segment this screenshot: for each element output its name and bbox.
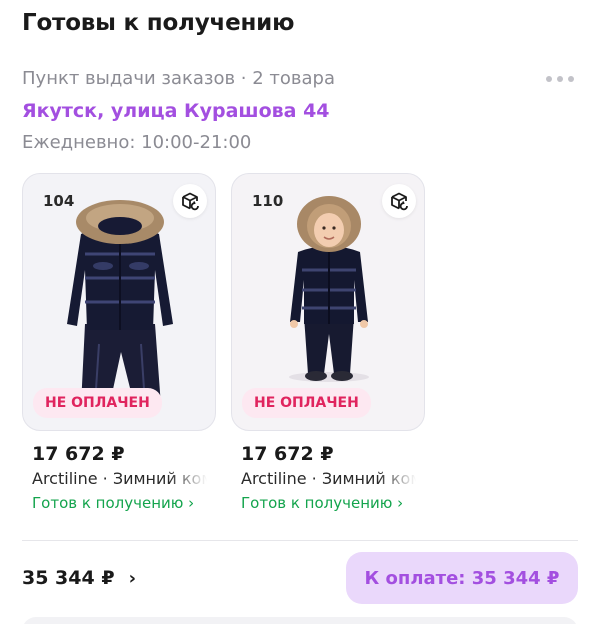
product-name[interactable]: Arctiline · Зимний комбинезон xyxy=(241,469,416,488)
pickup-subtitle: Пункт выдачи заказов · 2 товара xyxy=(22,68,336,89)
pay-button[interactable]: К оплате: 35 344 ₽ xyxy=(346,552,578,604)
payment-status-badge: НЕ ОПЛАЧЕН xyxy=(242,388,371,418)
chevron-right-icon: › xyxy=(128,567,136,589)
ready-status-link[interactable]: Готов к получению › xyxy=(241,494,425,512)
product-card: 110 НЕ ОПЛАЧЕН 17 672 ₽ Arctiline · Зимн… xyxy=(231,173,425,512)
product-cards: 104 НЕ ОПЛАЧЕН 17 672 ₽ Arctiline · Зимн… xyxy=(22,173,425,512)
size-label: 104 xyxy=(43,192,75,210)
product-price: 17 672 ₽ xyxy=(241,443,334,465)
order-total-button[interactable]: 35 344 ₽ › xyxy=(22,567,136,589)
pickup-hours: Ежедневно: 10:00-21:00 xyxy=(22,132,252,153)
next-section-edge xyxy=(22,617,578,624)
box-return-icon xyxy=(182,192,199,211)
divider xyxy=(22,540,578,541)
reorder-button[interactable] xyxy=(173,184,207,218)
product-image[interactable]: 104 НЕ ОПЛАЧЕН xyxy=(22,173,216,431)
payment-status-badge: НЕ ОПЛАЧЕН xyxy=(33,388,162,418)
order-total: 35 344 ₽ xyxy=(22,567,115,589)
product-card: 104 НЕ ОПЛАЧЕН 17 672 ₽ Arctiline · Зимн… xyxy=(22,173,216,512)
box-return-icon xyxy=(391,192,408,211)
pickup-address-link[interactable]: Якутск, улица Курашова 44 xyxy=(22,100,330,122)
ready-status-link[interactable]: Готов к получению › xyxy=(32,494,216,512)
more-dot xyxy=(557,76,563,82)
product-name[interactable]: Arctiline · Зимний комбинезон xyxy=(32,469,207,488)
page-title: Готовы к получению xyxy=(22,10,295,36)
reorder-button[interactable] xyxy=(382,184,416,218)
size-label: 110 xyxy=(252,192,284,210)
more-dot xyxy=(568,76,574,82)
more-options-button[interactable] xyxy=(544,70,576,88)
product-price: 17 672 ₽ xyxy=(32,443,125,465)
product-image[interactable]: 110 НЕ ОПЛАЧЕН xyxy=(231,173,425,431)
more-dots-icon xyxy=(546,76,552,82)
